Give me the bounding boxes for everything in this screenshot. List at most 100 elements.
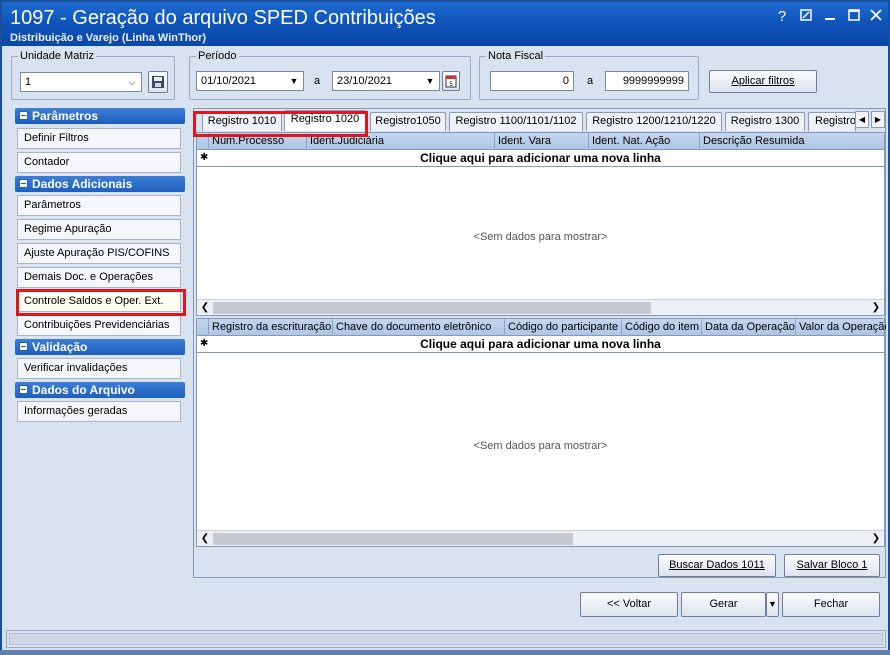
column-header[interactable]: Ident. Nat. Ação (588, 133, 699, 150)
date-to-input[interactable]: 23/10/2021 ▼ (332, 71, 440, 91)
collapse-icon (19, 342, 28, 352)
sidebar-item-contador[interactable]: Contador (17, 152, 181, 173)
grid-top: Núm.Processo Ident.Judiciária Ident. Var… (196, 132, 885, 316)
chevron-down-icon: ⌵ (128, 77, 136, 87)
nota-label: Nota Fiscal (486, 50, 546, 62)
grid-top-header: Núm.Processo Ident.Judiciária Ident. Var… (197, 133, 884, 150)
sidebar-item-definir-filtros[interactable]: Definir Filtros (17, 128, 181, 149)
sidebar-item-contribuicoes[interactable]: Contribuições Previdenciárias (17, 315, 181, 336)
maximize-icon[interactable] (844, 8, 864, 25)
sidebar-item-ajuste-apuracao[interactable]: Ajuste Apuração PIS/COFINS (17, 243, 181, 264)
column-header[interactable]: Ident. Vara (494, 133, 588, 150)
scrollbar-thumb[interactable] (213, 533, 573, 545)
buscar-dados-button[interactable]: Buscar Dados 1011 (658, 554, 776, 577)
gerar-dropdown-icon[interactable]: ▼ (766, 592, 779, 617)
apply-filters-button[interactable]: Aplicar filtros (709, 70, 817, 93)
new-row-icon: ✱ (200, 338, 209, 349)
sidebar-item-informacoes-geradas[interactable]: Informações geradas (17, 401, 181, 422)
tab-registro-1100[interactable]: Registro 1100/1101/1102 (449, 112, 583, 131)
status-bar-inner (9, 633, 883, 645)
gerar-button[interactable]: Gerar (681, 592, 766, 617)
date-from-value: 01/10/2021 (201, 75, 257, 87)
unidade-label: Unidade Matriz (18, 50, 96, 62)
dropdown-arrow-icon: ▼ (425, 76, 435, 86)
date-from-input[interactable]: 01/10/2021 ▼ (196, 71, 304, 91)
voltar-button[interactable]: << Voltar (580, 592, 678, 617)
horizontal-scrollbar[interactable]: ❮ ❯ (197, 299, 884, 315)
date-to-value: 23/10/2021 (337, 75, 393, 87)
section-parametros[interactable]: Parâmetros (15, 108, 185, 124)
apply-filters-label: Aplicar filtros (731, 75, 795, 87)
sidebar-item-verificar-invalidacoes[interactable]: Verificar invalidações (17, 358, 181, 379)
scroll-right-icon[interactable]: ❯ (869, 301, 883, 315)
column-header[interactable]: Ident.Judiciária (306, 133, 494, 150)
scroll-left-icon[interactable]: ❮ (198, 532, 212, 546)
column-header[interactable]: Núm.Processo (208, 133, 306, 150)
close-icon[interactable] (866, 8, 886, 25)
date-separator: a (314, 75, 321, 87)
section-dados-adicionais[interactable]: Dados Adicionais (15, 176, 185, 192)
window-subtitle: Distribuição e Varejo (Linha WinThor) (10, 32, 207, 44)
sidebar-item-demais-doc[interactable]: Demais Doc. e Operações (17, 267, 181, 288)
nota-from-input[interactable]: 0 (490, 71, 574, 91)
window-title: 1097 - Geração do arquivo SPED Contribui… (10, 7, 436, 29)
column-header[interactable]: Data da Operação (701, 319, 795, 336)
periodo-label: Período (196, 50, 239, 62)
tab-registro-1050[interactable]: Registro1050 (370, 112, 446, 131)
nota-group: Nota Fiscal 0 a 9999999999 (479, 50, 699, 100)
unidade-value: 1 (25, 76, 32, 88)
new-row[interactable]: ✱ Clique aqui para adicionar uma nova li… (197, 336, 884, 353)
help-icon[interactable]: ? (772, 8, 792, 25)
column-header[interactable]: Descrição Resumida (699, 133, 886, 150)
nota-separator: a (587, 75, 594, 87)
collapse-icon (19, 385, 28, 395)
taskbar-strip (0, 650, 890, 655)
salvar-bloco-button[interactable]: Salvar Bloco 1 (784, 554, 880, 577)
tab-bar: Registro 1010 Registro 1020 Registro1050… (194, 109, 887, 131)
horizontal-scrollbar[interactable]: ❮ ❯ (197, 530, 884, 546)
new-row-icon: ✱ (200, 152, 209, 163)
restore-icon[interactable] (796, 8, 816, 25)
tab-scroll-right-icon[interactable]: ▶ (871, 111, 885, 128)
column-header[interactable]: Valor da Operação (795, 319, 886, 336)
scroll-left-icon[interactable]: ❮ (198, 301, 212, 315)
section-validacao[interactable]: Validação (15, 339, 185, 355)
client-area: Unidade Matriz 1 ⌵ Período 01/10/2021 ▼ … (6, 46, 886, 652)
dropdown-arrow-icon: ▼ (289, 76, 299, 86)
calendar-icon[interactable]: 5 (442, 71, 460, 91)
section-dados-arquivo[interactable]: Dados do Arquivo (15, 382, 185, 398)
save-icon[interactable] (148, 71, 168, 93)
new-row[interactable]: ✱ Clique aqui para adicionar uma nova li… (197, 150, 884, 167)
grid-bottom: Registro da escrituração Chave do docume… (196, 318, 886, 547)
sidebar-item-parametros[interactable]: Parâmetros (17, 195, 181, 216)
scrollbar-thumb[interactable] (213, 302, 651, 314)
status-bar (6, 630, 886, 648)
tab-registro-1020[interactable]: Registro 1020 (284, 110, 366, 131)
periodo-group: Período 01/10/2021 ▼ a 23/10/2021 ▼ 5 (189, 50, 471, 100)
unidade-group: Unidade Matriz 1 ⌵ (11, 50, 175, 100)
column-header[interactable]: Código do participante (504, 319, 621, 336)
empty-message: <Sem dados para mostrar> (473, 231, 608, 243)
fechar-button[interactable]: Fechar (782, 592, 880, 617)
main-panel: Registro 1010 Registro 1020 Registro1050… (193, 108, 886, 578)
minimize-icon[interactable] (820, 8, 840, 25)
sidebar-item-controle-saldos[interactable]: Controle Saldos e Oper. Ext. (17, 291, 181, 312)
collapse-icon (19, 111, 28, 121)
tab-registro-1300[interactable]: Registro 1300 (725, 112, 805, 131)
tab-registro-1200[interactable]: Registro 1200/1210/1220 (586, 112, 722, 131)
collapse-icon (19, 179, 28, 189)
empty-message: <Sem dados para mostrar> (473, 440, 608, 452)
unidade-select[interactable]: 1 ⌵ (20, 72, 142, 92)
main-window: 1097 - Geração do arquivo SPED Contribui… (0, 0, 890, 655)
grid-bottom-header: Registro da escrituração Chave do docume… (197, 319, 886, 336)
nota-to-input[interactable]: 9999999999 (605, 71, 689, 91)
tab-registro-more[interactable]: Registro (808, 112, 856, 131)
scroll-right-icon[interactable]: ❯ (869, 532, 883, 546)
sidebar-item-regime-apuracao[interactable]: Regime Apuração (17, 219, 181, 240)
tab-scroll-left-icon[interactable]: ◀ (855, 111, 869, 128)
title-bar: 1097 - Geração do arquivo SPED Contribui… (2, 2, 888, 46)
column-header[interactable]: Registro da escrituração (208, 319, 332, 336)
column-header[interactable]: Chave do documento eletrônico (332, 319, 504, 336)
column-header[interactable]: Código do item (621, 319, 701, 336)
tab-registro-1010[interactable]: Registro 1010 (202, 112, 282, 131)
